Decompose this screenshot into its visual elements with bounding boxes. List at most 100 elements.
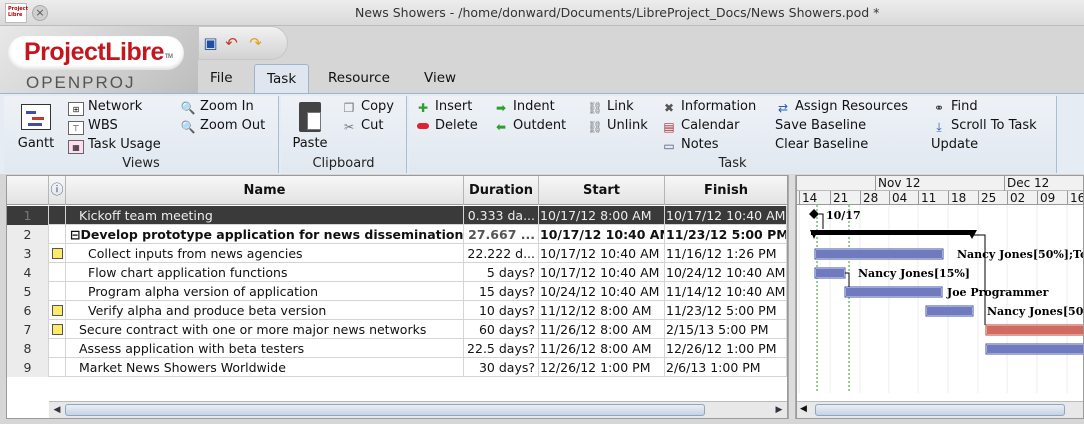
header-finish[interactable]: Finish (665, 176, 787, 205)
task-bar[interactable] (816, 269, 844, 277)
pane-splitter[interactable] (788, 175, 796, 419)
table-row[interactable]: 5 Program alpha version of application 15 … (7, 282, 787, 301)
task-bar[interactable] (987, 326, 1084, 334)
cell-num[interactable]: 8 (7, 339, 49, 358)
tab-file[interactable]: File (198, 64, 245, 94)
tab-resource[interactable]: Resource (316, 64, 402, 94)
network-button[interactable]: ⊞ Network (68, 98, 142, 116)
gantt-button[interactable]: Gantt (10, 104, 62, 151)
cell-duration[interactable]: 22.222 d... (464, 244, 539, 263)
calendar-button[interactable]: ▤ Calendar (661, 117, 739, 135)
cell-num[interactable]: 1 (7, 206, 49, 225)
find-button[interactable]: ⚭ Find (931, 98, 978, 116)
outdent-button[interactable]: ⬅ Outdent (493, 117, 566, 135)
cell-indicator[interactable] (49, 206, 66, 225)
task-bar[interactable] (816, 250, 942, 258)
header-start[interactable]: Start (539, 176, 665, 205)
table-row[interactable]: 8 Assess application with beta testers 22.… (7, 339, 787, 358)
table-row[interactable]: 3 Collect inputs from news agencies 22.222… (7, 244, 787, 263)
table-horizontal-scrollbar[interactable]: ◀ ▶ (49, 401, 787, 418)
cell-indicator[interactable] (49, 263, 66, 282)
gantt-horizontal-scrollbar[interactable]: ◀ (797, 401, 1083, 418)
link-button[interactable]: ⛓ Link (587, 98, 633, 116)
insert-button[interactable]: ✚ Insert (415, 98, 472, 116)
paste-button[interactable]: Paste (285, 102, 335, 151)
table-row[interactable]: 2 ⊟Develop prototype application for news… (7, 225, 787, 244)
table-row[interactable]: 9 Market News Showers Worldwide 30 days? 12… (7, 358, 787, 377)
cell-start[interactable]: 11/12/12 8:00 AM (539, 301, 665, 320)
table-row[interactable]: 1 Kickoff team meeting 0.333 da... 10/17/12… (7, 206, 787, 225)
scroll-left-icon[interactable]: ◀ (51, 404, 63, 416)
cell-start[interactable]: 11/26/12 8:00 AM (539, 320, 665, 339)
note-icon[interactable] (51, 248, 63, 259)
cell-duration[interactable]: 30 days? (464, 358, 539, 377)
cell-indicator[interactable] (49, 301, 66, 320)
scrollbar-thumb[interactable] (65, 404, 705, 416)
cell-start[interactable]: 10/17/12 8:00 AM (539, 206, 665, 225)
header-info[interactable]: ⓘ (49, 176, 66, 205)
scroll-to-task-button[interactable]: ⤓ Scroll To Task (931, 117, 1036, 135)
task-bar[interactable] (846, 288, 941, 296)
note-icon[interactable] (51, 305, 63, 316)
header-duration[interactable]: Duration (464, 176, 539, 205)
cell-finish[interactable]: 11/23/12 5:00 PM (665, 301, 787, 320)
task-bar[interactable] (927, 307, 972, 315)
cell-name[interactable]: Verify alpha and produce beta version (66, 301, 464, 320)
header-row-number[interactable] (7, 176, 49, 205)
task-usage-button[interactable]: ▦ Task Usage (68, 136, 161, 154)
cell-start[interactable]: 10/17/12 10:40 AM (539, 263, 665, 282)
wbs-button[interactable]: ⊤ WBS (68, 117, 118, 135)
assign-resources-button[interactable]: ⇄ Assign Resources (775, 98, 908, 116)
gantt-scroll-left-icon[interactable]: ◀ (800, 404, 807, 414)
copy-button[interactable]: ❐ Copy (341, 98, 394, 116)
cell-indicator[interactable] (49, 282, 66, 301)
save-baseline-button[interactable]: Save Baseline (775, 117, 866, 135)
cell-indicator[interactable] (49, 339, 66, 358)
cell-num[interactable]: 7 (7, 320, 49, 339)
cell-finish[interactable]: 2/15/13 5:00 PM (665, 320, 787, 339)
table-row[interactable]: 6 Verify alpha and produce beta version 10… (7, 301, 787, 320)
cut-button[interactable]: ✂ Cut (341, 117, 383, 135)
cell-duration[interactable]: 10 days? (464, 301, 539, 320)
cell-duration[interactable]: 0.333 da... (464, 206, 539, 225)
cell-start[interactable]: 10/24/12 10:40 AM (539, 282, 665, 301)
dependency-line[interactable] (819, 213, 824, 229)
cell-finish[interactable]: 10/17/12 10:40 AM (665, 206, 787, 225)
summary-bar[interactable] (811, 230, 973, 235)
cell-num[interactable]: 9 (7, 358, 49, 377)
zoom-out-button[interactable]: 🔍 Zoom Out (180, 117, 266, 135)
task-bar[interactable] (987, 345, 1084, 353)
cell-finish[interactable]: 11/23/12 5:00 PM (665, 225, 787, 244)
cell-start[interactable]: 12/26/12 1:00 PM (539, 358, 665, 377)
cell-name[interactable]: Program alpha version of application (66, 282, 464, 301)
cell-duration[interactable]: 22.5 days? (464, 339, 539, 358)
cell-finish[interactable]: 2/6/13 1:00 PM (665, 358, 787, 377)
cell-finish[interactable]: 12/26/12 1:00 PM (665, 339, 787, 358)
cell-duration[interactable]: 5 days? (464, 263, 539, 282)
cell-indicator[interactable] (49, 244, 66, 263)
cell-num[interactable]: 3 (7, 244, 49, 263)
cell-num[interactable]: 4 (7, 263, 49, 282)
cell-num[interactable]: 2 (7, 225, 49, 244)
cell-name[interactable]: Flow chart application functions (66, 263, 464, 282)
note-icon[interactable] (51, 324, 63, 335)
redo-icon[interactable]: ↷ (247, 35, 264, 52)
cell-name[interactable]: Market News Showers Worldwide (66, 358, 464, 377)
cell-duration[interactable]: 27.667 ... (464, 225, 539, 244)
information-button[interactable]: ✖ Information (661, 98, 756, 116)
zoom-in-button[interactable]: 🔍 Zoom In (180, 98, 254, 116)
dependency-line[interactable] (845, 272, 850, 287)
cell-duration[interactable]: 60 days? (464, 320, 539, 339)
tab-view[interactable]: View (412, 64, 468, 94)
tab-task[interactable]: Task (254, 64, 310, 94)
save-icon[interactable]: ▣ (202, 35, 219, 52)
cell-finish[interactable]: 11/16/12 1:26 PM (665, 244, 787, 263)
scroll-right-icon[interactable]: ▶ (773, 404, 785, 416)
gantt-scrollbar-thumb[interactable] (815, 404, 1065, 416)
cell-finish[interactable]: 11/14/12 10:40 AM (665, 282, 787, 301)
cell-name[interactable]: Collect inputs from news agencies (66, 244, 464, 263)
cell-finish[interactable]: 10/24/12 10:40 AM (665, 263, 787, 282)
notes-button[interactable]: ▭ Notes (661, 136, 718, 154)
cell-name[interactable]: Kickoff team meeting (66, 206, 464, 225)
indent-button[interactable]: ➡ Indent (493, 98, 555, 116)
